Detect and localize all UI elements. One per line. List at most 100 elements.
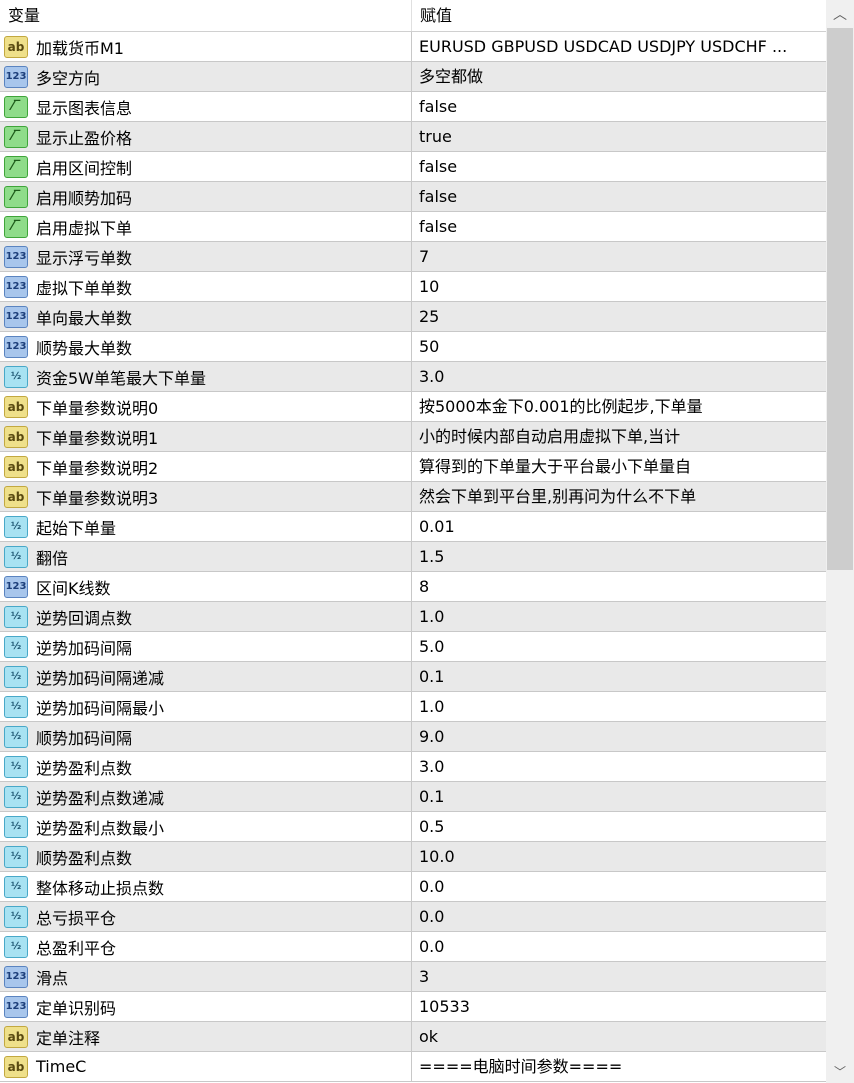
value-cell[interactable]: 8 [412,572,826,601]
variable-name: 多空方向 [36,68,101,88]
table-row[interactable]: ab 下单量参数说明2 算得到的下单量大于平台最小下单量自 [0,452,826,482]
scroll-down-icon[interactable]: ﹀ [826,1063,854,1083]
variable-name: 区间K线数 [36,578,111,598]
table-row[interactable]: ½ 逆势加码间隔 5.0 [0,632,826,662]
table-row[interactable]: ½ 逆势加码间隔递减 0.1 [0,662,826,692]
table-row[interactable]: ½ 逆势回调点数 1.0 [0,602,826,632]
table-row[interactable]: ½ 起始下单量 0.01 [0,512,826,542]
variable-cell: ½ 资金5W单笔最大下单量 [0,362,412,391]
table-row[interactable]: ⁄‾ 显示止盈价格 true [0,122,826,152]
value-cell[interactable]: false [412,212,826,241]
value-cell[interactable]: 按5000本金下0.001的比例起步,下单量 [412,392,826,421]
table-row[interactable]: ⁄‾ 显示图表信息 false [0,92,826,122]
table-row[interactable]: 123 顺势最大单数 50 [0,332,826,362]
value-cell[interactable]: 算得到的下单量大于平台最小下单量自 [412,452,826,481]
value-cell[interactable]: 然会下单到平台里,别再问为什么不下单 [412,482,826,511]
table-row[interactable]: ½ 总盈利平仓 0.0 [0,932,826,962]
value-cell[interactable]: 10533 [412,992,826,1021]
table-row[interactable]: ab 下单量参数说明3 然会下单到平台里,别再问为什么不下单 [0,482,826,512]
value-cell[interactable]: 50 [412,332,826,361]
double-type-icon: ½ [4,845,28,868]
table-row[interactable]: ½ 整体移动止损点数 0.0 [0,872,826,902]
string-type-icon: ab [4,1025,28,1048]
boolean-type-icon: ⁄‾ [4,155,28,178]
value-cell[interactable]: 10 [412,272,826,301]
value-cell[interactable]: 小的时候内部自动启用虚拟下单,当计 [412,422,826,451]
table-row[interactable]: ⁄‾ 启用区间控制 false [0,152,826,182]
value-cell[interactable]: 多空都做 [412,62,826,91]
value-cell[interactable]: 3 [412,962,826,991]
value-cell[interactable]: 0.0 [412,932,826,961]
variable-name: 下单量参数说明3 [36,488,159,508]
double-type-icon: ½ [4,635,28,658]
variable-cell: ½ 顺势加码间隔 [0,722,412,751]
value-cell[interactable]: 3.0 [412,362,826,391]
table-row[interactable]: ab 加载货币M1 EURUSD GBPUSD USDCAD USDJPY US… [0,32,826,62]
table-row[interactable]: ab 定单注释 ok [0,1022,826,1052]
value-cell[interactable]: 25 [412,302,826,331]
variable-cell: 123 区间K线数 [0,572,412,601]
boolean-type-icon: ⁄‾ [4,125,28,148]
table-row[interactable]: ⁄‾ 启用顺势加码 false [0,182,826,212]
column-header-variable[interactable]: 变量 [0,0,412,31]
variable-cell: ab 加载货币M1 [0,32,412,61]
variable-cell: ½ 整体移动止损点数 [0,872,412,901]
variable-name: 逆势加码间隔递减 [36,668,165,688]
table-row[interactable]: ½ 翻倍 1.5 [0,542,826,572]
table-row[interactable]: ab 下单量参数说明0 按5000本金下0.001的比例起步,下单量 [0,392,826,422]
double-type-icon: ½ [4,875,28,898]
variable-name: 资金5W单笔最大下单量 [36,368,207,388]
table-row[interactable]: ½ 逆势盈利点数递减 0.1 [0,782,826,812]
value-cell[interactable]: EURUSD GBPUSD USDCAD USDJPY USDCHF ... [412,32,826,61]
table-row[interactable]: 123 滑点 3 [0,962,826,992]
variable-name: 定单注释 [36,1028,101,1048]
table-row[interactable]: 123 虚拟下单单数 10 [0,272,826,302]
vertical-scrollbar[interactable]: ︿ ﹀ [826,0,854,1083]
value-cell[interactable]: ok [412,1022,826,1051]
variable-cell: 123 虚拟下单单数 [0,272,412,301]
table-row[interactable]: ½ 顺势加码间隔 9.0 [0,722,826,752]
value-cell[interactable]: 10.0 [412,842,826,871]
column-header-value[interactable]: 赋值 [412,0,452,31]
value-cell[interactable]: 1.5 [412,542,826,571]
value-cell[interactable]: ====电脑时间参数==== [412,1052,826,1081]
table-row[interactable]: ⁄‾ 启用虚拟下单 false [0,212,826,242]
value-cell[interactable]: false [412,182,826,211]
value-cell[interactable]: false [412,92,826,121]
double-type-icon: ½ [4,785,28,808]
value-cell[interactable]: false [412,152,826,181]
value-cell[interactable]: 0.1 [412,662,826,691]
value-cell[interactable]: 0.0 [412,872,826,901]
value-cell[interactable]: 0.0 [412,902,826,931]
table-row[interactable]: ab TimeC ====电脑时间参数==== [0,1052,826,1082]
value-cell[interactable]: 0.5 [412,812,826,841]
table-row[interactable]: 123 多空方向 多空都做 [0,62,826,92]
table-row[interactable]: ½ 资金5W单笔最大下单量 3.0 [0,362,826,392]
table-row[interactable]: ½ 总亏损平仓 0.0 [0,902,826,932]
integer-type-icon: 123 [4,305,28,328]
value-cell[interactable]: 0.1 [412,782,826,811]
table-row[interactable]: 123 单向最大单数 25 [0,302,826,332]
value-cell[interactable]: 7 [412,242,826,271]
value-cell[interactable]: true [412,122,826,151]
table-row[interactable]: 123 区间K线数 8 [0,572,826,602]
value-cell[interactable]: 0.01 [412,512,826,541]
table-row[interactable]: 123 定单识别码 10533 [0,992,826,1022]
variable-name: 逆势加码间隔最小 [36,698,165,718]
value-cell[interactable]: 5.0 [412,632,826,661]
string-type-icon: ab [4,485,28,508]
value-cell[interactable]: 1.0 [412,602,826,631]
value-cell[interactable]: 9.0 [412,722,826,751]
variable-name: 定单识别码 [36,998,117,1018]
table-row[interactable]: ab 下单量参数说明1 小的时候内部自动启用虚拟下单,当计 [0,422,826,452]
table-row[interactable]: ½ 顺势盈利点数 10.0 [0,842,826,872]
scroll-up-icon[interactable]: ︿ [826,0,854,28]
value-cell[interactable]: 3.0 [412,752,826,781]
variable-cell: ab 下单量参数说明2 [0,452,412,481]
table-row[interactable]: ½ 逆势盈利点数 3.0 [0,752,826,782]
value-cell[interactable]: 1.0 [412,692,826,721]
table-row[interactable]: ½ 逆势盈利点数最小 0.5 [0,812,826,842]
scrollbar-thumb[interactable] [827,28,853,570]
table-row[interactable]: ½ 逆势加码间隔最小 1.0 [0,692,826,722]
table-row[interactable]: 123 显示浮亏单数 7 [0,242,826,272]
